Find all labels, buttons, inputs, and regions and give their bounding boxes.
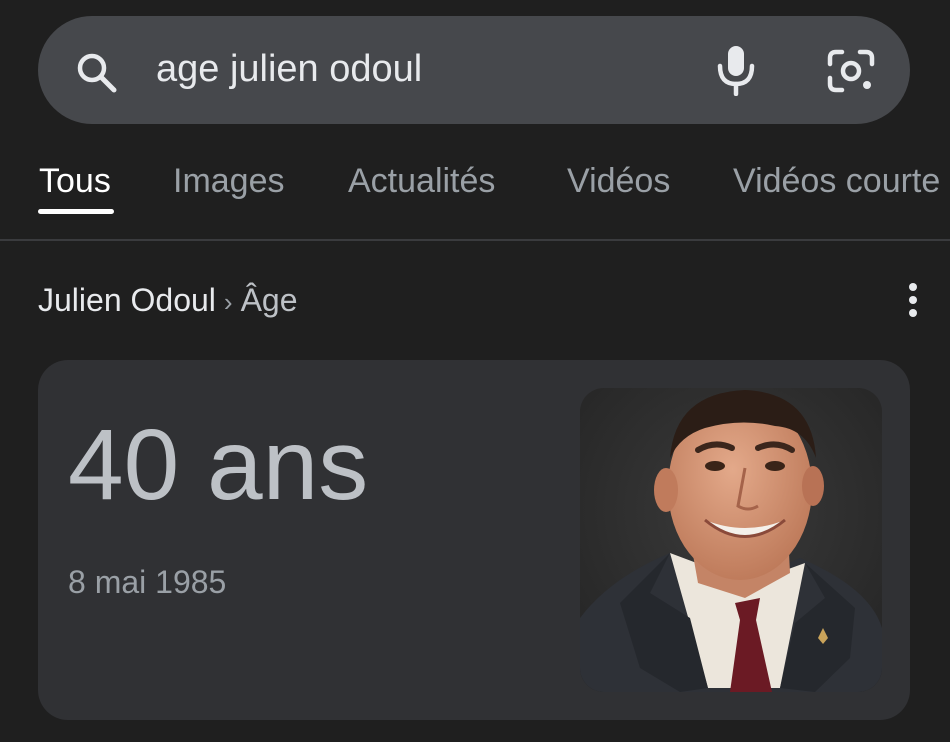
tab-videos[interactable]: Vidéos (567, 160, 670, 202)
breadcrumb-entity[interactable]: Julien Odoul (38, 282, 216, 318)
search-icon[interactable] (74, 50, 118, 94)
birth-date[interactable]: 8 mai 1985 (68, 562, 226, 602)
breadcrumb-separator: › (223, 287, 233, 317)
search-results-page: age julien odoul Tous Images Actualités … (0, 0, 950, 742)
breadcrumb: Julien Odoul › Âge (38, 280, 298, 322)
more-vert-icon[interactable] (896, 282, 930, 318)
search-input[interactable]: age julien odoul (156, 44, 422, 94)
active-tab-indicator (38, 209, 114, 214)
tab-tous[interactable]: Tous (39, 160, 111, 202)
tab-images[interactable]: Images (173, 160, 285, 202)
divider (0, 239, 950, 241)
portrait-image (580, 388, 882, 692)
lens-camera-icon[interactable] (826, 48, 876, 94)
search-tabs: Tous Images Actualités Vidéos Vidéos cou… (0, 150, 950, 220)
microphone-icon[interactable] (716, 44, 756, 96)
breadcrumb-attribute: Âge (240, 282, 298, 318)
tab-actualites[interactable]: Actualités (348, 160, 495, 202)
tab-videos-courtes[interactable]: Vidéos courte (733, 160, 940, 202)
age-value: 40 ans (68, 409, 369, 521)
person-photo[interactable] (580, 388, 882, 692)
